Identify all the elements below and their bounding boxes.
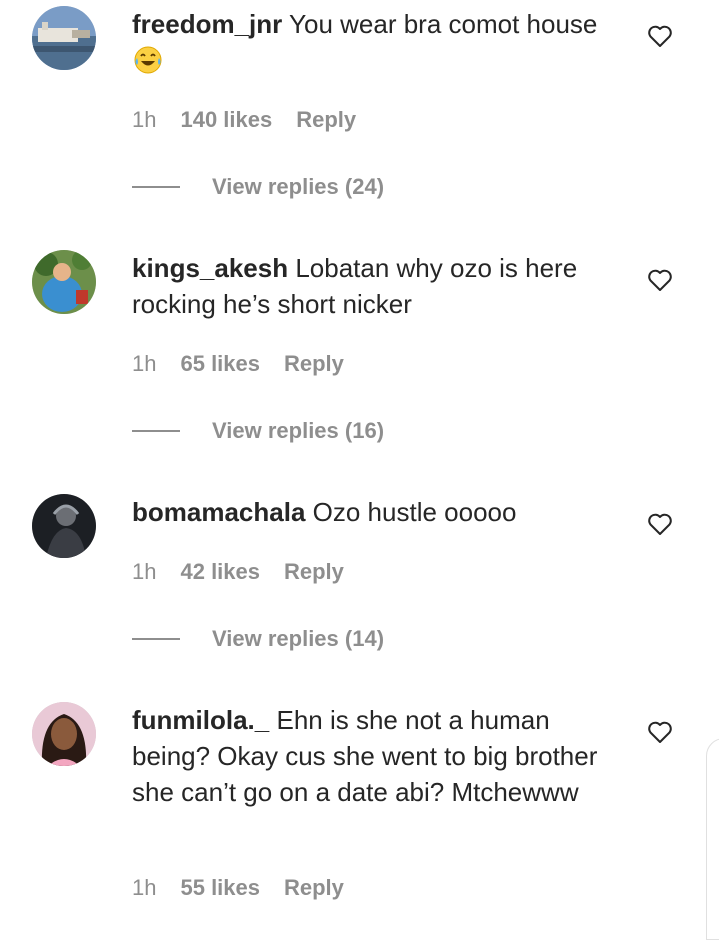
avatar[interactable]	[32, 494, 96, 558]
comment-likes[interactable]: 55 likes	[180, 875, 260, 901]
avatar[interactable]	[32, 250, 96, 314]
comment-text: kings_akesh Lobatan why ozo is here rock…	[132, 250, 602, 322]
comment-username[interactable]: funmilola._	[132, 705, 269, 735]
avatar[interactable]	[32, 6, 96, 70]
comment-time: 1h	[132, 559, 157, 584]
replies-divider	[132, 430, 180, 432]
comment-meta: 1h 42 likes Reply	[132, 559, 344, 585]
view-replies-button[interactable]: View replies (14)	[132, 626, 384, 652]
comment-username[interactable]: freedom_jnr	[132, 9, 282, 39]
comment-username[interactable]: bomamachala	[132, 497, 305, 527]
like-heart-icon[interactable]	[647, 512, 673, 536]
comment-likes[interactable]: 65 likes	[180, 351, 260, 377]
view-replies-button[interactable]: View replies (24)	[132, 174, 384, 200]
laughing-tears-emoji-icon	[134, 46, 162, 74]
overlay-panel-edge	[706, 738, 719, 940]
comment-body: You wear bra comot house	[289, 9, 598, 39]
like-heart-icon[interactable]	[647, 268, 673, 292]
view-replies-button[interactable]: View replies (16)	[132, 418, 384, 444]
like-heart-icon[interactable]	[647, 24, 673, 48]
comment-body: Ozo hustle ooooo	[312, 497, 517, 527]
comment-text: funmilola._ Ehn is she not a human being…	[132, 702, 602, 810]
comment-text: freedom_jnr You wear bra comot house	[132, 6, 602, 78]
view-replies-label: View replies (16)	[212, 418, 385, 443]
reply-button[interactable]: Reply	[284, 559, 344, 585]
reply-button[interactable]: Reply	[284, 351, 344, 377]
replies-divider	[132, 186, 180, 188]
reply-button[interactable]: Reply	[284, 875, 344, 901]
comment-likes[interactable]: 140 likes	[180, 107, 272, 133]
view-replies-label: View replies (14)	[212, 626, 385, 651]
comment-meta: 1h 65 likes Reply	[132, 351, 344, 377]
comment-username[interactable]: kings_akesh	[132, 253, 288, 283]
comment-time: 1h	[132, 351, 157, 376]
view-replies-label: View replies (24)	[212, 174, 385, 199]
replies-divider	[132, 638, 180, 640]
comment-text: bomamachala Ozo hustle ooooo	[132, 494, 602, 530]
comment-meta: 1h 55 likes Reply	[132, 875, 344, 901]
avatar[interactable]	[32, 702, 96, 766]
like-heart-icon[interactable]	[647, 720, 673, 744]
reply-button[interactable]: Reply	[296, 107, 356, 133]
comment-meta: 1h 140 likes Reply	[132, 107, 356, 133]
comment-time: 1h	[132, 875, 157, 900]
comment-likes[interactable]: 42 likes	[180, 559, 260, 585]
comment-time: 1h	[132, 107, 157, 132]
